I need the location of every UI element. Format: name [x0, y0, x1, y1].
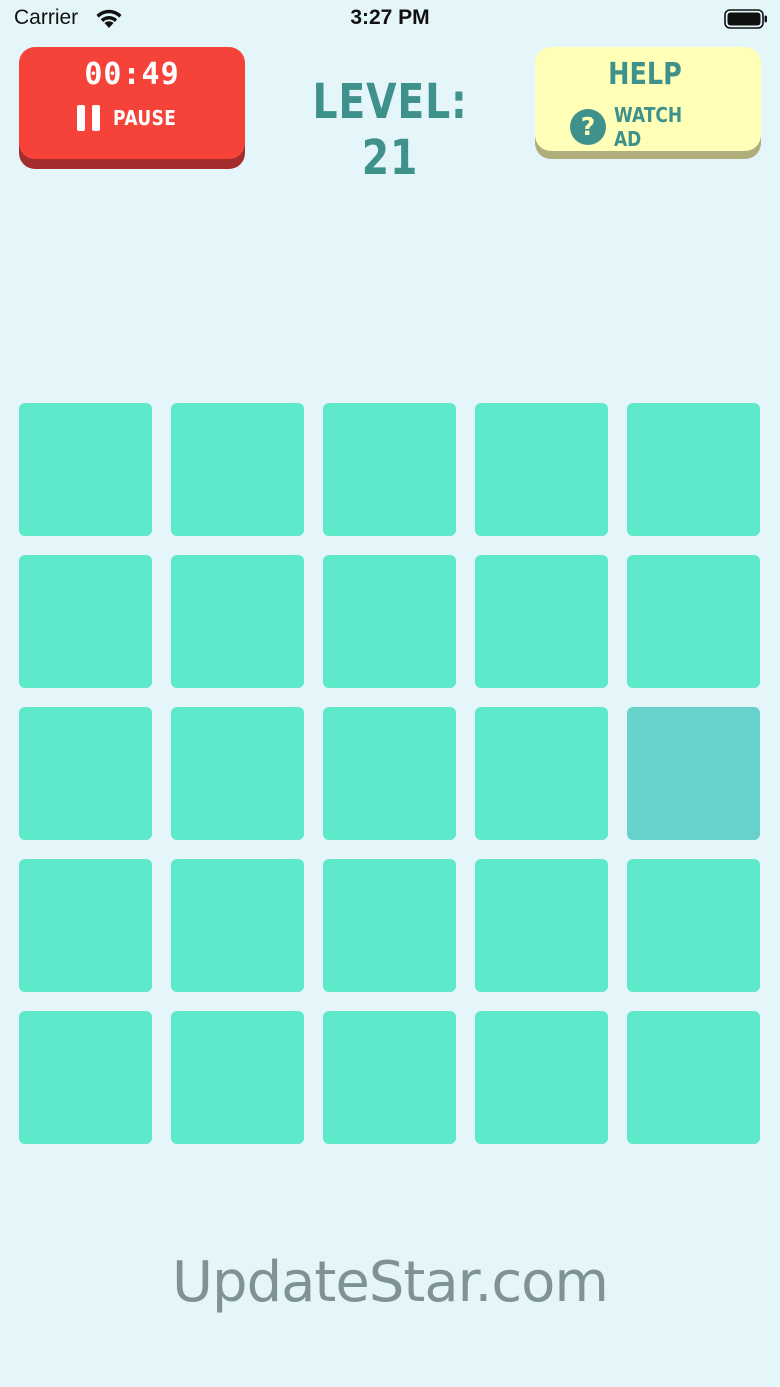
grid-tile[interactable] [323, 859, 456, 992]
watch-ad-row: ? WATCH AD [535, 103, 761, 151]
grid-tile[interactable] [171, 403, 304, 536]
grid-tile[interactable] [323, 555, 456, 688]
grid-tile[interactable] [171, 707, 304, 840]
grid-tile[interactable] [627, 403, 760, 536]
grid-tile[interactable] [323, 1011, 456, 1144]
grid-tile[interactable] [475, 555, 608, 688]
grid-tile[interactable] [475, 403, 608, 536]
grid-tile[interactable] [171, 555, 304, 688]
grid-tile[interactable] [627, 859, 760, 992]
watermark: UpdateStar.com [172, 1250, 609, 1315]
grid-tile[interactable] [475, 1011, 608, 1144]
grid-tile[interactable] [19, 403, 152, 536]
level-label: LEVEL: 21 [312, 74, 468, 186]
battery-icon [724, 9, 767, 29]
pause-icon [76, 105, 101, 131]
grid-tile[interactable] [19, 859, 152, 992]
pause-label: PAUSE [112, 106, 177, 130]
status-bar: Carrier 3:27 PM [0, 0, 780, 40]
help-button[interactable]: HELP ? WATCH AD [535, 47, 761, 151]
pause-row: PAUSE [19, 105, 245, 131]
grid-tile[interactable] [475, 707, 608, 840]
grid-tile[interactable] [627, 1011, 760, 1144]
help-title: HELP [608, 57, 682, 92]
grid-tile[interactable] [19, 555, 152, 688]
question-icon: ? [570, 109, 606, 145]
timer-display: 00:49 [84, 57, 180, 92]
grid-tile[interactable] [323, 707, 456, 840]
grid-tile[interactable] [323, 403, 456, 536]
status-time: 3:27 PM [350, 6, 430, 29]
grid-tile[interactable] [627, 555, 760, 688]
tile-grid [19, 403, 761, 1144]
odd-tile[interactable] [627, 707, 760, 840]
pause-button[interactable]: 00:49 PAUSE [19, 47, 245, 159]
grid-tile[interactable] [19, 707, 152, 840]
grid-tile[interactable] [19, 1011, 152, 1144]
grid-tile[interactable] [171, 1011, 304, 1144]
grid-tile[interactable] [475, 859, 608, 992]
grid-tile[interactable] [171, 859, 304, 992]
watch-ad-label: WATCH AD [614, 103, 683, 151]
